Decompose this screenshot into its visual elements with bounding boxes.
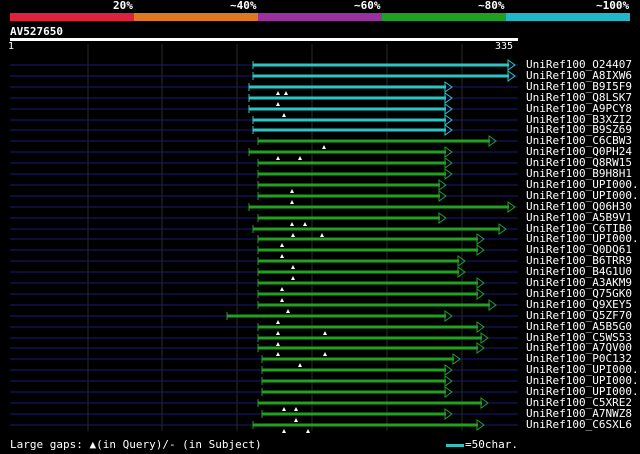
gap-marker [290,189,294,193]
gap-marker [276,331,280,335]
gap-marker [291,276,295,280]
gap-marker [280,287,284,291]
gap-marker [306,429,310,433]
gap-marker [323,352,327,356]
gap-marker [282,429,286,433]
gap-marker [322,145,326,149]
scale-legend: =50char. [465,438,518,451]
gap-marker [320,233,324,237]
gap-marker [323,331,327,335]
gap-marker [276,320,280,324]
gap-marker [294,418,298,422]
gap-marker [282,407,286,411]
gap-marker [276,352,280,356]
gap-marker [298,363,302,367]
gap-marker [276,342,280,346]
gap-marker [276,91,280,95]
gap-marker [276,156,280,160]
blast-graphic: 20% ~40% ~60% ~80% ~100% AV527650 1 335 … [0,0,640,454]
scale-legend-line [446,444,464,447]
gap-marker [276,102,280,106]
gap-marker [298,156,302,160]
gap-marker [291,265,295,269]
gap-marker [280,243,284,247]
gap-marker [303,222,307,226]
gap-marker [280,298,284,302]
gap-marker [290,222,294,226]
gap-marker [294,407,298,411]
gap-marker [280,254,284,258]
gap-legend: Large gaps: ▲(in Query)/- (in Subject) [10,438,262,451]
gap-marker [291,233,295,237]
gap-marker [286,309,290,313]
hit-label[interactable]: UniRef100_C6SXL6 [526,419,632,430]
gap-marker [284,91,288,95]
gap-marker [290,200,294,204]
gap-marker [282,113,286,117]
